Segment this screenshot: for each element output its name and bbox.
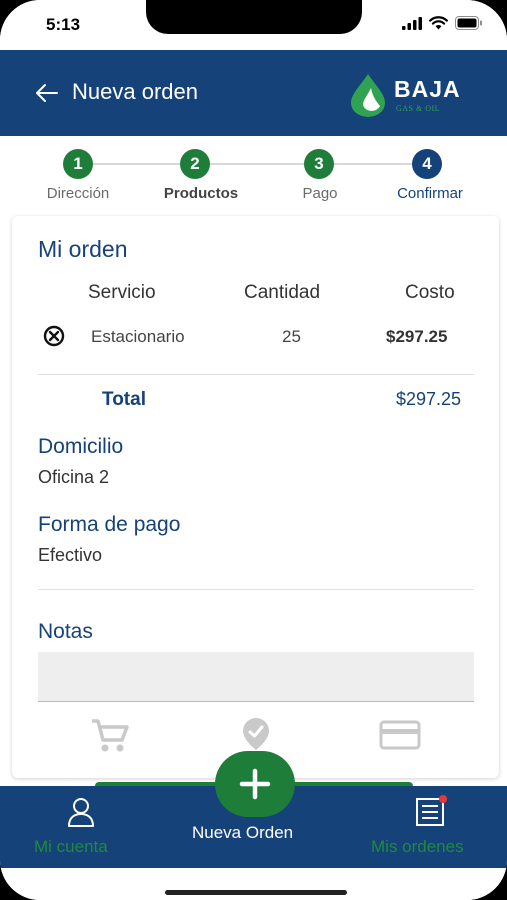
step-1-circle[interactable]: 1 [63,149,93,179]
logo-subtext: GAS & OIL [396,104,441,113]
step-connector [196,163,318,165]
logo-text: BAJA [394,76,461,102]
column-header-quantity: Cantidad [244,282,321,303]
battery-icon [455,16,482,30]
item-service: Estacionario [91,327,185,346]
orders-list-icon[interactable] [414,794,448,828]
remove-item-icon[interactable] [43,325,65,347]
status-icons [402,16,483,30]
step-4-label: Confirmar [397,185,463,202]
home-indicator-area [0,868,507,900]
order-stepper: 1 2 3 4 Dirección Productos Pago Confirm… [0,136,507,216]
column-header-cost: Costo [405,282,455,303]
address-value: Oficina 2 [38,467,110,487]
notes-label: Notas [38,620,93,643]
notch [146,0,362,34]
item-cost: $297.25 [386,327,448,346]
step-2-label: Productos [163,185,239,202]
step-connector [78,163,194,165]
item-quantity: 25 [282,327,301,346]
nav-my-orders[interactable]: Mis ordenes [371,837,464,857]
payment-label: Forma de pago [38,513,181,536]
brand-logo: BAJA GAS & OIL [346,72,482,118]
status-time: 5:13 [46,15,81,34]
step-4-circle[interactable]: 4 [412,149,442,179]
divider [38,374,474,375]
address-label: Domicilio [38,435,124,458]
step-3-label: Pago [302,185,338,202]
phone-screen: 5:13 Nueva orden BAJA GAS & OIL 1 2 3 4 … [0,0,507,900]
total-label: Total [102,389,146,410]
new-order-button[interactable] [215,751,295,817]
step-2-circle[interactable]: 2 [180,149,210,179]
plus-icon [239,768,271,800]
nav-new-order[interactable]: Nueva Orden [192,823,293,843]
signal-icon [402,16,422,30]
divider [38,589,474,590]
droplet-logo-icon [351,74,385,117]
user-icon[interactable] [66,796,96,828]
page-title: Nueva orden [72,79,198,104]
status-bar: 5:13 [0,0,507,50]
step-1-label: Dirección [46,185,110,202]
cart-icon [92,719,129,752]
step-connector [320,163,426,165]
location-pin-icon [243,718,269,750]
order-summary-card: Mi orden Servicio Cantidad Costo Estacio… [12,216,499,778]
order-title: Mi orden [38,236,128,262]
wifi-icon [429,16,448,30]
credit-card-icon [379,720,421,750]
step-3-circle[interactable]: 3 [304,149,334,179]
app-header: Nueva orden BAJA GAS & OIL [0,50,507,136]
home-indicator[interactable] [165,890,347,895]
nav-my-account[interactable]: Mi cuenta [34,837,108,857]
column-header-service: Servicio [88,282,156,303]
payment-value: Efectivo [38,545,103,565]
back-arrow-icon[interactable] [34,80,60,106]
notes-input[interactable] [38,652,474,702]
total-value: $297.25 [396,389,462,409]
